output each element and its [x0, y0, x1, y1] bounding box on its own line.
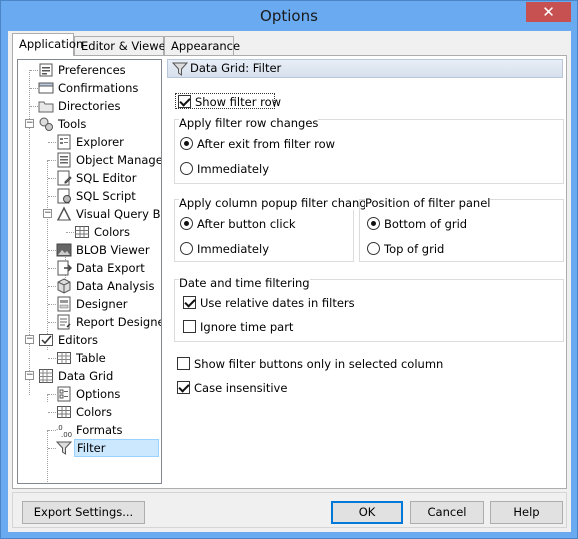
close-button[interactable]: ✕ [526, 2, 571, 22]
show-filter-buttons-checkbox[interactable]: Show filter buttons only in selected col… [177, 357, 477, 371]
tree-item-table[interactable]: Table [18, 349, 161, 367]
tree-item-options[interactable]: Options [18, 385, 161, 403]
tree-item-preferences[interactable]: Preferences [18, 61, 161, 79]
object-manager-icon [56, 152, 72, 168]
tree-item-sql-script[interactable]: SQL Script [18, 187, 161, 205]
radio-dot [180, 242, 193, 255]
tree-item-filter[interactable]: Filter [18, 439, 161, 457]
dialog-client: Application Editor & Viewers Appearance … [8, 31, 571, 532]
tree-item-object-manager[interactable]: Object Manager [18, 151, 161, 169]
editors-icon [38, 332, 54, 348]
folder-icon [38, 98, 54, 114]
column-popup-title: Apply column popup filter changes [179, 196, 380, 210]
tab-application[interactable]: Application [12, 33, 83, 56]
title-bar: Options ✕ [1, 1, 577, 31]
data-export-icon [56, 260, 73, 276]
use-relative-dates-checkbox[interactable]: Use relative dates in filters [183, 296, 383, 310]
checkbox-box [183, 296, 196, 309]
options-window: Options ✕ Application Editor & Viewers A… [0, 0, 578, 539]
sql-editor-icon [56, 170, 72, 186]
radio-dot [180, 162, 193, 175]
filter-icon [55, 440, 73, 456]
tree-item-blob-viewer[interactable]: BLOB Viewer [18, 241, 161, 259]
checkbox-box [177, 357, 190, 370]
ok-button[interactable]: OK [331, 501, 403, 524]
colors-icon [74, 224, 90, 240]
table-icon [56, 350, 72, 366]
designer-icon [56, 296, 72, 312]
bottom-of-grid-radio[interactable]: Bottom of grid [367, 217, 517, 231]
explorer-icon [56, 134, 72, 150]
sql-script-icon [56, 188, 72, 204]
filter-row-immediately-radio[interactable]: Immediately [180, 162, 380, 176]
show-filter-row-checkbox[interactable]: Show filter row [175, 93, 281, 109]
ignore-time-part-checkbox[interactable]: Ignore time part [183, 320, 383, 334]
tree-item-data-grid[interactable]: − Data Grid [18, 367, 161, 385]
export-settings-button[interactable]: Export Settings... [22, 501, 145, 524]
collapse-toggle[interactable]: − [25, 119, 34, 128]
checkbox-box [177, 381, 190, 394]
tree-item-grid-colors[interactable]: Colors [18, 403, 161, 421]
filter-panel-position-title: Position of filter panel [365, 196, 491, 210]
data-analysis-icon [56, 278, 72, 294]
radio-dot [367, 242, 380, 255]
tree-item-data-export[interactable]: Data Export [18, 259, 161, 277]
tree-item-tools[interactable]: − Tools [18, 115, 161, 133]
preferences-icon [38, 62, 54, 78]
pane-header: Data Grid: Filter [167, 59, 563, 78]
checkbox-box [183, 320, 196, 333]
tree-item-designer[interactable]: Designer [18, 295, 161, 313]
apply-filter-row-title: Apply filter row changes [179, 116, 319, 130]
collapse-toggle[interactable]: − [25, 371, 34, 380]
help-button[interactable]: Help [490, 501, 563, 524]
tab-panel: Preferences Confirmations Directories − … [12, 55, 567, 489]
tree-item-confirmations[interactable]: Confirmations [18, 79, 161, 97]
after-exit-radio[interactable]: After exit from filter row [180, 137, 380, 151]
tree-item-visual-query-builder[interactable]: − Visual Query Builder [18, 205, 161, 223]
date-time-title: Date and time filtering [179, 276, 310, 290]
radio-dot [367, 217, 380, 230]
radio-dot [180, 137, 193, 150]
column-popup-immediately-radio[interactable]: Immediately [180, 242, 330, 256]
window-title: Options [260, 7, 318, 25]
tree-item-editors[interactable]: − Editors [18, 331, 161, 349]
svg-text:.00: .00 [61, 431, 72, 438]
tree-item-formats[interactable]: .0.00 Formats [18, 421, 161, 439]
confirmations-icon [38, 80, 54, 96]
tree-item-sql-editor[interactable]: SQL Editor [18, 169, 161, 187]
tree-item-data-analysis[interactable]: Data Analysis [18, 277, 161, 295]
data-grid-icon [38, 368, 54, 384]
after-button-click-radio[interactable]: After button click [180, 217, 330, 231]
tree-item-vqb-colors[interactable]: Colors [18, 223, 161, 241]
report-designer-icon [56, 314, 72, 330]
options-icon [56, 386, 72, 402]
checkbox-box [178, 95, 191, 108]
colors-icon [56, 404, 72, 420]
top-of-grid-radio[interactable]: Top of grid [367, 242, 517, 256]
pane-title: Data Grid: Filter [190, 61, 282, 75]
tab-appearance[interactable]: Appearance [164, 36, 240, 55]
blob-viewer-icon [56, 242, 72, 258]
tree-item-report-designer[interactable]: Report Designer [18, 313, 161, 331]
cancel-button[interactable]: Cancel [410, 501, 484, 524]
tree-item-explorer[interactable]: Explorer [18, 133, 161, 151]
case-insensitive-checkbox[interactable]: Case insensitive [177, 381, 377, 395]
query-builder-icon [56, 206, 72, 222]
radio-dot [180, 217, 193, 230]
filter-icon [171, 61, 189, 82]
tab-editor-viewers[interactable]: Editor & Viewers [74, 36, 176, 55]
options-tree[interactable]: Preferences Confirmations Directories − … [17, 59, 162, 484]
tools-icon [38, 116, 54, 132]
tree-item-directories[interactable]: Directories [18, 97, 161, 115]
collapse-toggle[interactable]: − [43, 209, 52, 218]
collapse-toggle[interactable]: − [25, 335, 34, 344]
formats-icon: .0.00 [56, 422, 72, 439]
